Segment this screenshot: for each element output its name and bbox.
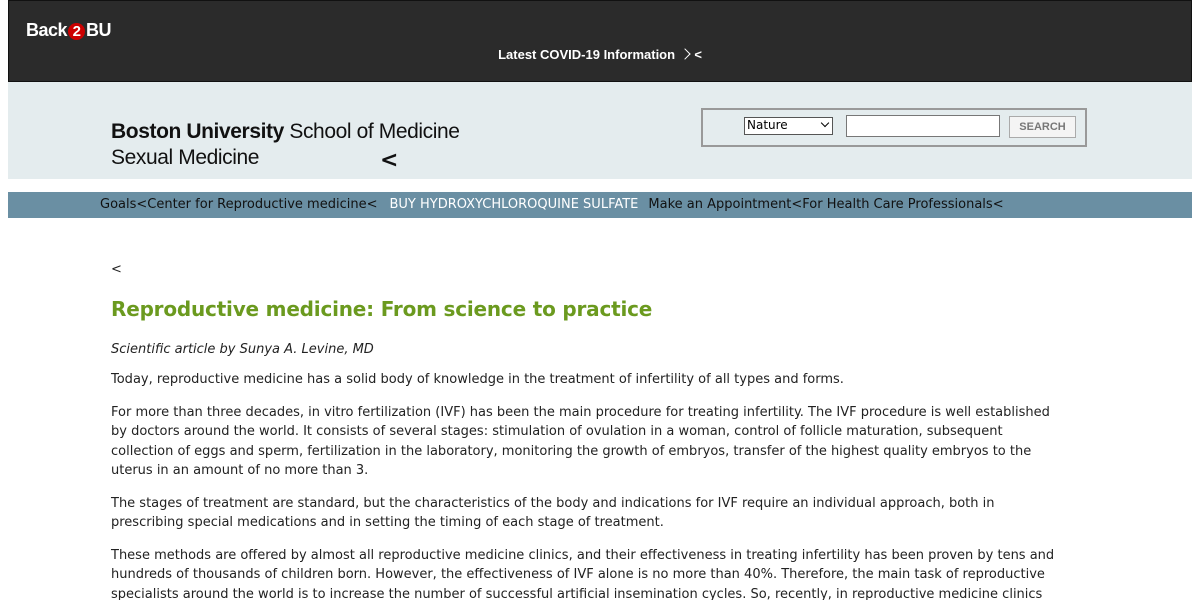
nav-items-before[interactable]: Goals<Center for Reproductive medicine< bbox=[100, 197, 377, 212]
nav-items-after[interactable]: Make an Appointment<For Health Care Prof… bbox=[648, 197, 1003, 212]
nav-items: Goals<Center for Reproductive medicine< B… bbox=[100, 197, 1004, 212]
site-header: Boston University School of Medicine Sex… bbox=[8, 82, 1192, 179]
search-button[interactable]: SEARCH bbox=[1009, 116, 1076, 138]
back2bu-logo[interactable]: Back 2 BU bbox=[26, 20, 112, 41]
chevron-right-icon bbox=[679, 48, 691, 60]
back-link[interactable]: < bbox=[111, 262, 1066, 277]
search-input[interactable] bbox=[846, 115, 1000, 137]
article-title: Reproductive medicine: From science to p… bbox=[111, 297, 653, 321]
search-scope-select[interactable]: Nature bbox=[744, 117, 833, 135]
article-byline: Scientific article by Sunya A. Levine, M… bbox=[111, 342, 374, 357]
search-form: Nature SEARCH bbox=[701, 108, 1087, 147]
nav-item-buy[interactable]: BUY HYDROXYCHLOROQUINE SULFATE bbox=[389, 197, 638, 212]
department-name: Sexual Medicine bbox=[111, 146, 260, 169]
header-arrow-link[interactable]: < bbox=[380, 148, 398, 173]
logo-text-back: Back bbox=[26, 20, 68, 40]
logo-two-badge: 2 bbox=[68, 23, 86, 40]
article-paragraph: Today, reproductive medicine has a solid… bbox=[111, 372, 844, 387]
covid-info-link[interactable]: Latest COVID-19 Information < bbox=[9, 47, 1191, 62]
main-nav: Goals<Center for Reproductive medicine< B… bbox=[8, 192, 1192, 218]
logo-text-bu: BU bbox=[86, 20, 112, 40]
bu-wordmark[interactable]: Boston University School of Medicine Sex… bbox=[111, 119, 460, 171]
article: < Reproductive medicine: From science to… bbox=[111, 262, 1066, 600]
article-paragraph: For more than three decades, in vitro fe… bbox=[111, 404, 1050, 479]
chevron-down-icon bbox=[820, 118, 830, 128]
covid-link-suffix: < bbox=[694, 47, 702, 62]
covid-link-label: Latest COVID-19 Information bbox=[498, 47, 676, 62]
article-paragraph: These methods are offered by almost all … bbox=[111, 547, 1055, 600]
search-scope-value: Nature bbox=[747, 118, 788, 132]
top-bar: Back 2 BU Latest COVID-19 Information < bbox=[8, 0, 1192, 82]
bu-school-name: School of Medicine bbox=[283, 120, 460, 143]
bu-university-name: Boston University bbox=[111, 120, 284, 143]
article-paragraph: The stages of treatment are standard, bu… bbox=[111, 495, 995, 531]
